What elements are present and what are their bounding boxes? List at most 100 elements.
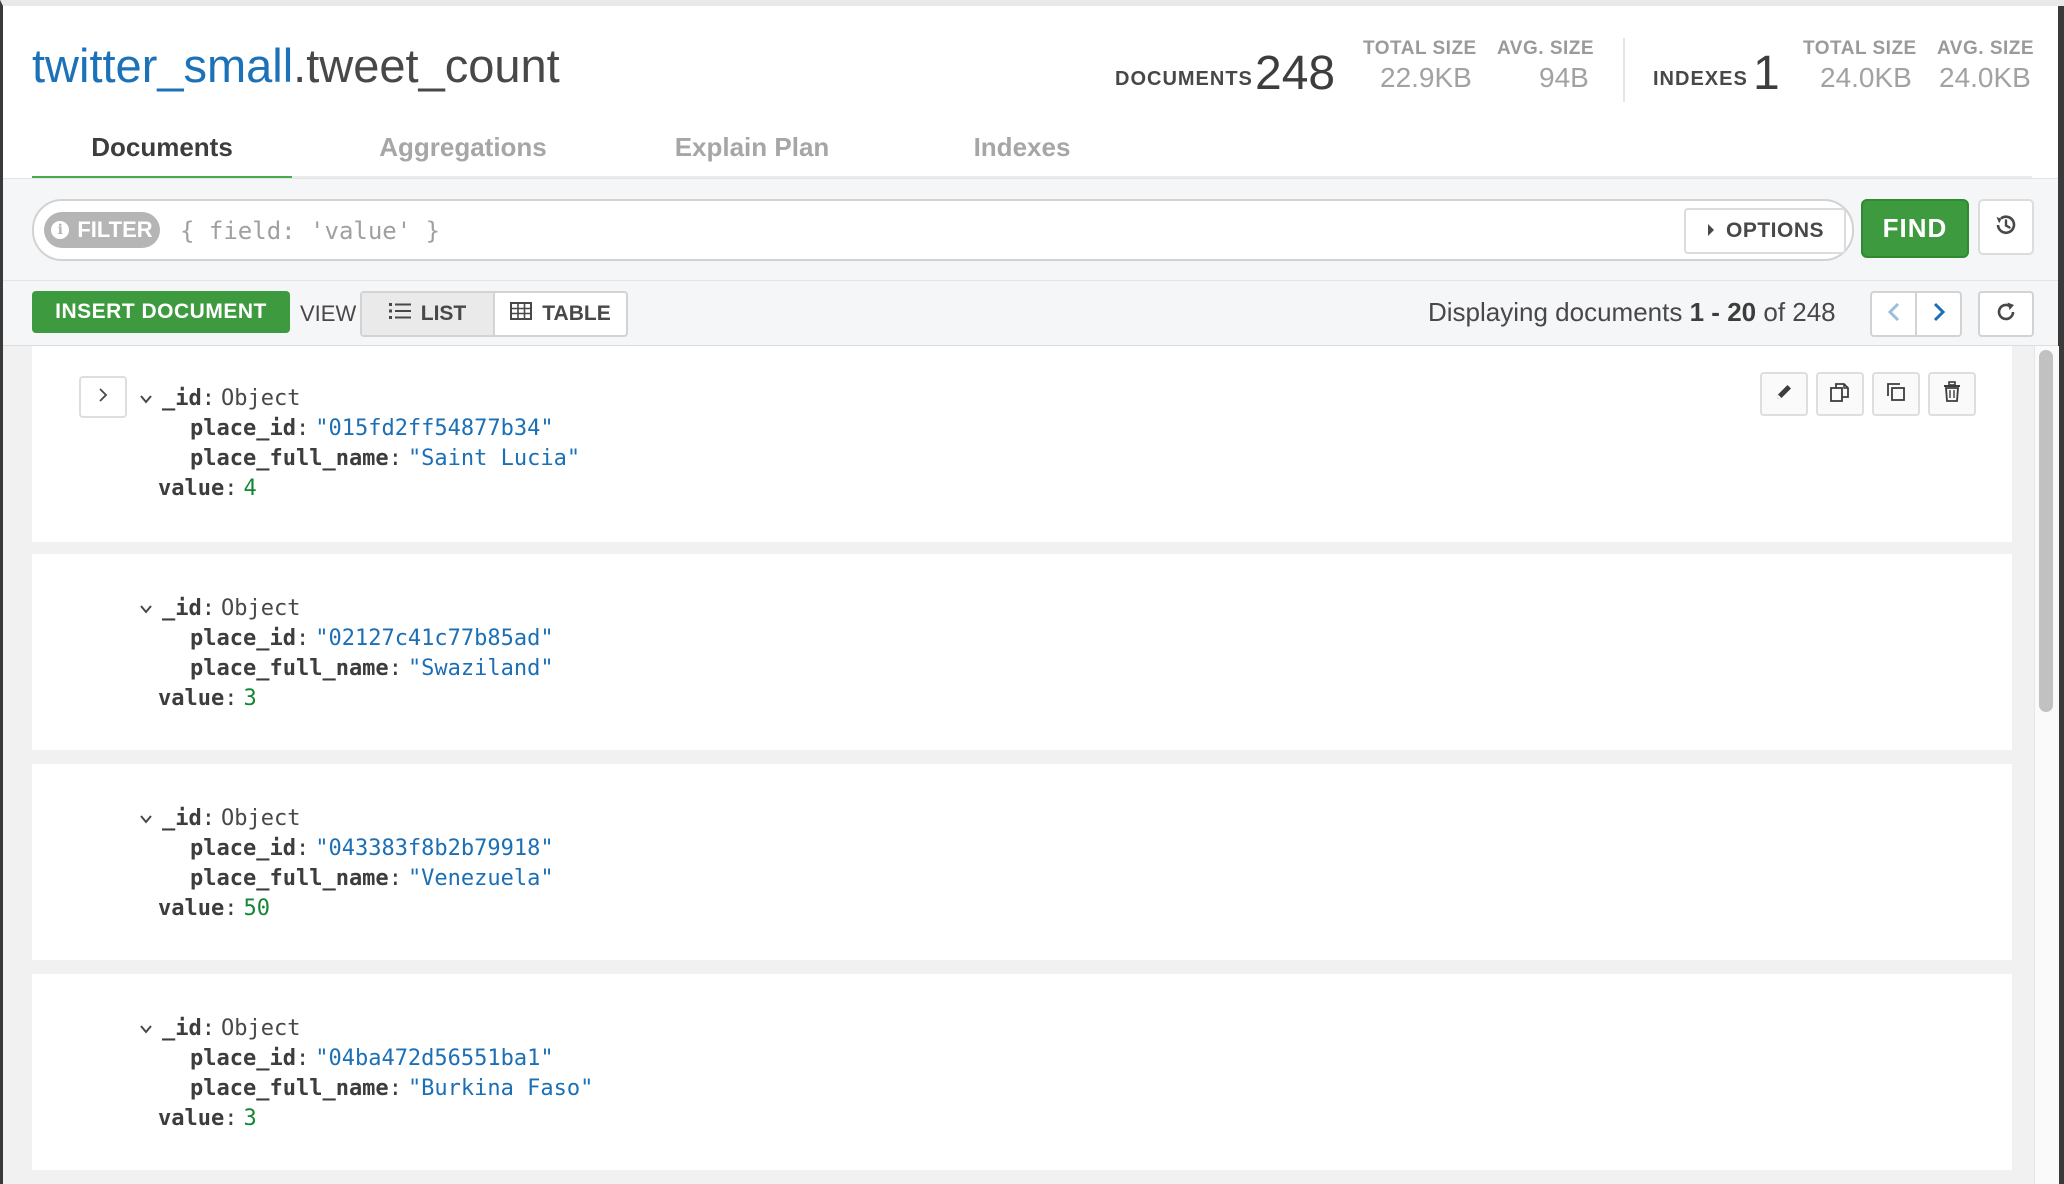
copy-document-button[interactable]: [1816, 372, 1864, 416]
tab-documents[interactable]: Documents: [32, 118, 292, 176]
tab-indexes-label: Indexes: [973, 131, 1071, 162]
field-key: _id: [162, 596, 202, 621]
collection-name: .tweet_count: [293, 39, 560, 92]
field-string-value: "02127c41c77b85ad": [315, 626, 554, 651]
field-place-full-name: place_full_name: "Venezuela": [190, 866, 554, 891]
copy-icon: [1829, 381, 1851, 408]
field-colon: :: [224, 896, 238, 921]
collection-tabs: Documents Aggregations Explain Plan Inde…: [32, 118, 2032, 184]
field-key: place_full_name: [190, 866, 389, 891]
field-place-id: place_id: "015fd2ff54877b34": [190, 416, 554, 441]
find-label: FIND: [1882, 213, 1948, 243]
field-key: value: [158, 686, 225, 711]
delete-document-button[interactable]: [1928, 372, 1976, 416]
field-place-id: place_id: "02127c41c77b85ad": [190, 626, 554, 651]
field-place-full-name: place_full_name: "Burkina Faso": [190, 1076, 593, 1101]
field-string-value: "Venezuela": [407, 866, 554, 891]
insert-document-label: INSERT DOCUMENT: [55, 300, 267, 323]
idx-avg-size-label: AVG. SIZE: [1937, 38, 2035, 59]
tab-aggregations-label: Aggregations: [379, 131, 547, 162]
field-colon: :: [224, 1106, 238, 1131]
field-key: place_id: [190, 416, 296, 441]
filter-input[interactable]: [178, 211, 1682, 251]
clone-document-button[interactable]: [1872, 372, 1920, 416]
chevron-down-icon[interactable]: [136, 814, 156, 824]
field-string-value: "04ba472d56551ba1": [315, 1046, 554, 1071]
field-colon: :: [295, 626, 310, 651]
field-value: value: 4: [158, 476, 257, 501]
document-card[interactable]: _id: Object place_id: "04ba472d56551ba1"…: [32, 974, 2012, 1170]
tab-indexes[interactable]: Indexes: [872, 118, 1172, 176]
idx-total-size-value: 24.0KB: [1820, 62, 1912, 93]
field-key: _id: [162, 806, 202, 831]
field-number-value: 3: [243, 1106, 257, 1131]
field-key: _id: [162, 1016, 202, 1041]
documents-list: _id: Object place_id: "015fd2ff54877b34"…: [0, 346, 2034, 1184]
find-button[interactable]: FIND: [1861, 199, 1969, 258]
documents-toolbar: INSERT DOCUMENT VIEW LIST TABLE Displayi…: [0, 280, 2058, 347]
field-number-value: 3: [243, 686, 257, 711]
field-colon: :: [388, 1076, 402, 1101]
field-type: Object: [221, 806, 301, 831]
clone-icon: [1885, 381, 1907, 408]
doc-total-size-label: TOTAL SIZE: [1363, 38, 1477, 59]
field-id: _id: Object: [136, 386, 300, 411]
trash-icon: [1942, 380, 1962, 408]
options-button[interactable]: OPTIONS: [1684, 208, 1846, 254]
pager: [1870, 291, 1962, 337]
query-history-button[interactable]: [1978, 199, 2034, 255]
document-actions: [1760, 372, 1976, 416]
document-card[interactable]: _id: Object place_id: "043383f8b2b79918"…: [32, 764, 2012, 960]
field-key: value: [158, 1106, 225, 1131]
field-string-value: "Swaziland": [407, 656, 554, 681]
view-label: VIEW: [300, 301, 357, 326]
expand-document-button[interactable]: [79, 376, 127, 418]
collection-title: twitter_small.tweet_count: [32, 38, 560, 93]
field-place-full-name: place_full_name: "Saint Lucia": [190, 446, 580, 471]
table-icon: [510, 302, 533, 326]
chevron-right-icon: [98, 387, 108, 408]
field-value: value: 3: [158, 1106, 257, 1131]
tab-explain-plan[interactable]: Explain Plan: [602, 118, 902, 176]
field-key: place_full_name: [190, 656, 389, 681]
pagination-range-start: 1: [1689, 297, 1705, 327]
list-icon: [388, 302, 411, 326]
tab-aggregations[interactable]: Aggregations: [300, 118, 626, 176]
document-card[interactable]: _id: Object place_id: "015fd2ff54877b34"…: [32, 346, 2012, 542]
stats-divider: [1623, 38, 1625, 102]
scrollbar-thumb[interactable]: [2039, 350, 2053, 712]
filter-pill[interactable]: i FILTER: [44, 212, 160, 248]
documents-scrollbar[interactable]: [2034, 346, 2059, 1184]
filter-label: FILTER: [77, 217, 153, 242]
next-page-button[interactable]: [1915, 293, 1960, 335]
field-value: value: 3: [158, 686, 257, 711]
filter-box: i FILTER OPTIONS: [32, 199, 1854, 261]
field-key: place_full_name: [190, 446, 389, 471]
insert-document-button[interactable]: INSERT DOCUMENT: [32, 291, 290, 333]
refresh-icon: [1995, 301, 2017, 328]
previous-page-button[interactable]: [1872, 293, 1915, 335]
history-icon: [1993, 212, 2019, 243]
database-name-link[interactable]: twitter_small: [32, 39, 293, 92]
chevron-down-icon[interactable]: [136, 604, 156, 614]
field-colon: :: [201, 386, 215, 411]
field-colon: :: [201, 1016, 215, 1041]
field-string-value: "Saint Lucia": [407, 446, 581, 471]
refresh-button[interactable]: [1978, 291, 2034, 337]
field-id: _id: Object: [136, 596, 300, 621]
field-string-value: "Burkina Faso": [407, 1076, 594, 1101]
field-colon: :: [388, 656, 402, 681]
field-number-value: 4: [243, 476, 257, 501]
document-card[interactable]: _id: Object place_id: "02127c41c77b85ad"…: [32, 554, 2012, 750]
field-place-full-name: place_full_name: "Swaziland": [190, 656, 554, 681]
chevron-down-icon[interactable]: [136, 1024, 156, 1034]
field-colon: :: [388, 446, 402, 471]
edit-document-button[interactable]: [1760, 372, 1808, 416]
tab-explain-plan-label: Explain Plan: [674, 131, 830, 162]
chevron-down-icon[interactable]: [136, 394, 156, 404]
field-colon: :: [295, 836, 310, 861]
table-view-button[interactable]: TABLE: [493, 293, 626, 335]
field-colon: :: [388, 866, 402, 891]
list-view-button[interactable]: LIST: [362, 293, 493, 335]
idx-avg-size-value: 24.0KB: [1939, 62, 2031, 93]
